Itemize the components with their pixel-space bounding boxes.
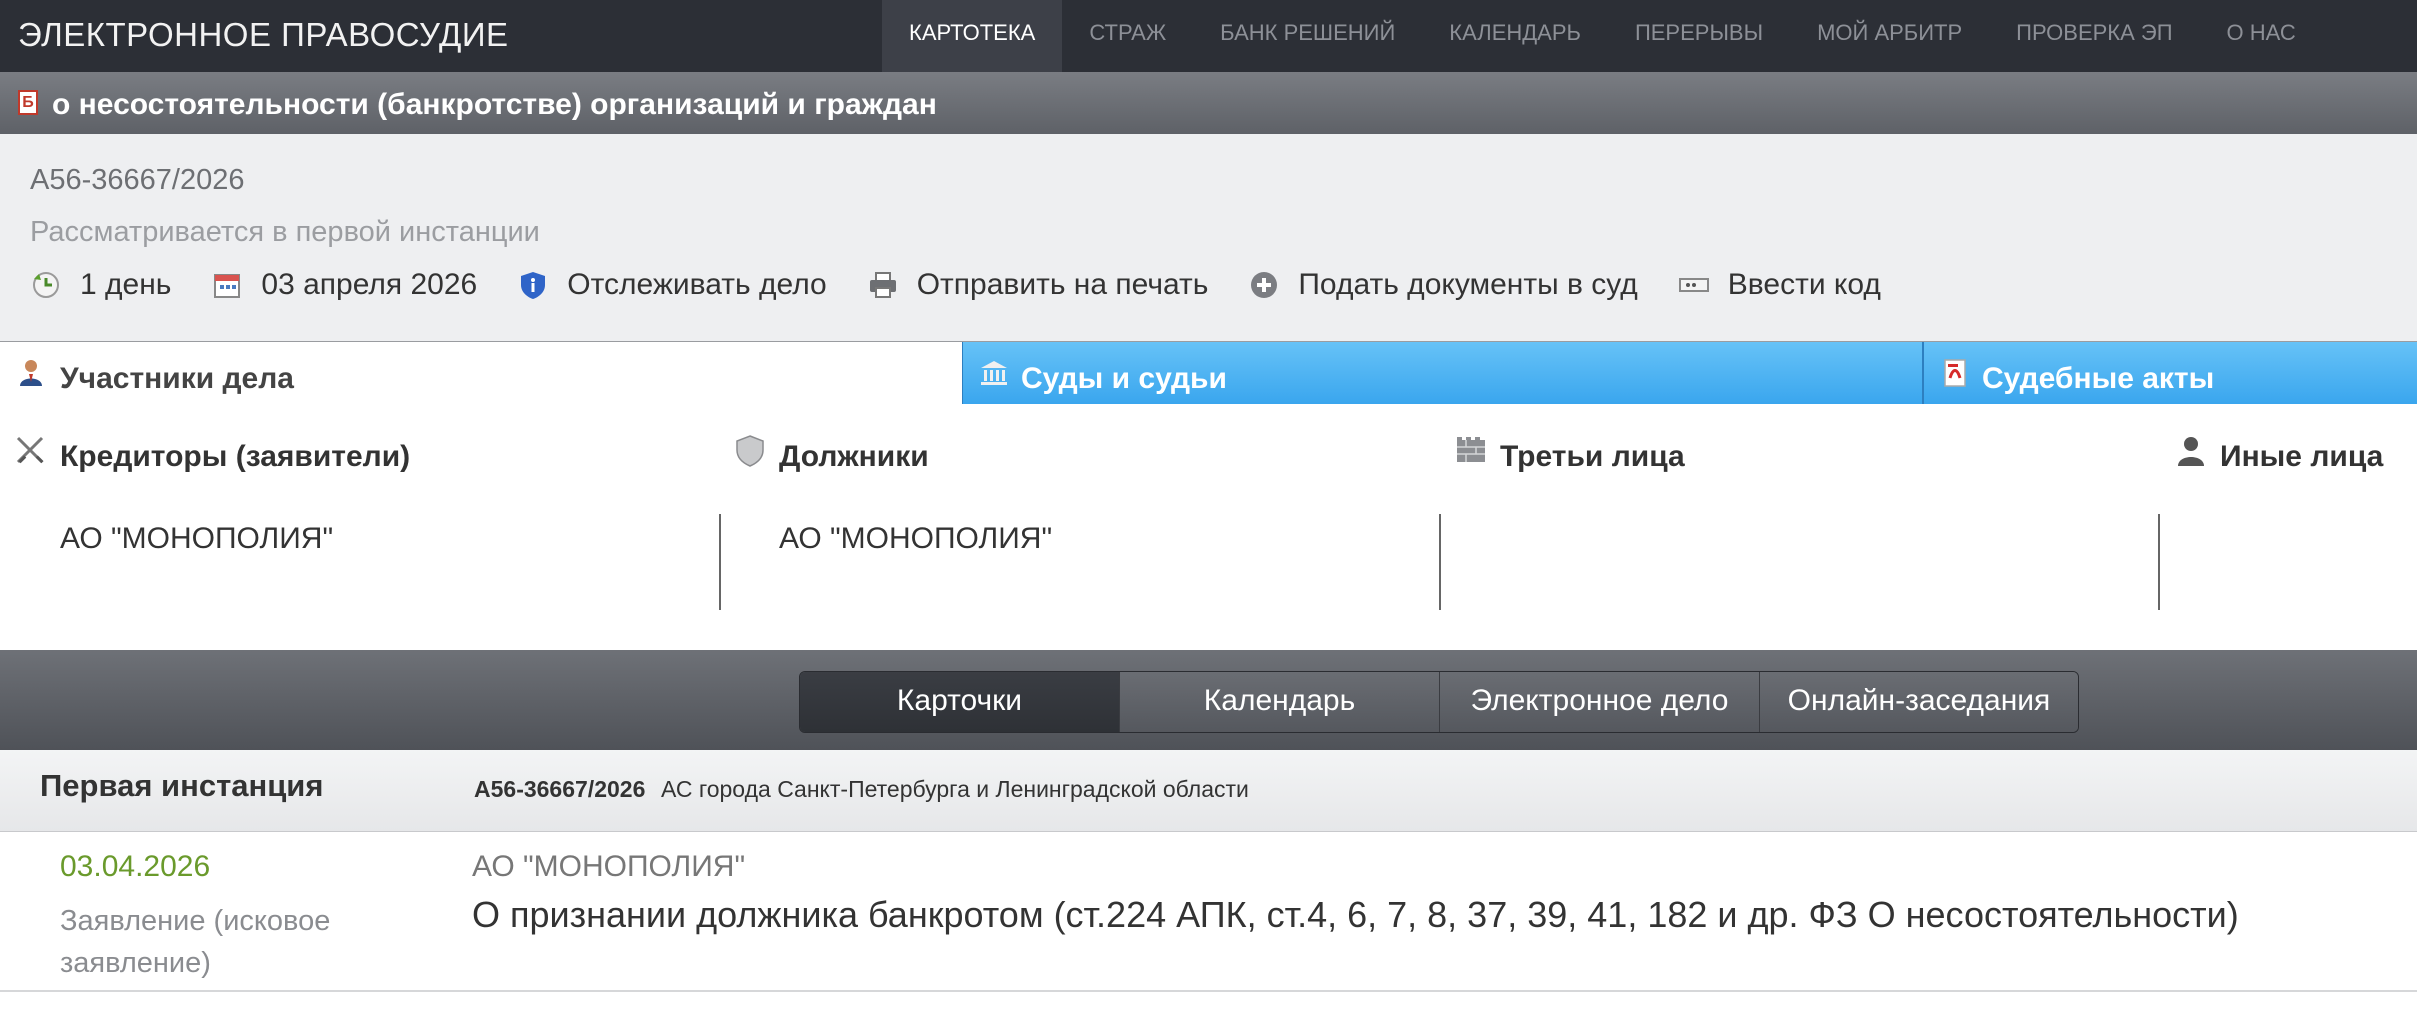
category-title: о несостоятельности (банкротстве) органи… xyxy=(52,88,937,121)
case-number: А56-36667/2026 xyxy=(30,164,245,196)
case-status: Рассматривается в первой инстанции xyxy=(30,216,540,248)
tab-courts-label: Суды и судьи xyxy=(1021,362,1227,395)
plus-circle-icon xyxy=(1248,269,1280,301)
track-case-button[interactable]: Отслеживать дело xyxy=(517,268,827,302)
third-parties-title: Третьи лица xyxy=(1500,440,1685,473)
pdf-document-icon xyxy=(1940,358,1970,388)
creditors-title: Кредиторы (заявители) xyxy=(60,440,411,473)
print-label: Отправить на печать xyxy=(916,268,1209,301)
tab-participants[interactable]: Участники дела xyxy=(0,342,962,404)
column-divider xyxy=(2158,514,2160,610)
printer-icon xyxy=(867,269,899,301)
site-brand[interactable]: ЭЛЕКТРОННОЕ ПРАВОСУДИЕ xyxy=(18,16,509,54)
debtors-title: Должники xyxy=(779,440,929,473)
nav-item-kalendar[interactable]: КАЛЕНДАРЬ xyxy=(1422,0,1608,72)
event-party: АО "МОНОПОЛИЯ" xyxy=(472,850,746,883)
track-case-label: Отслеживать дело xyxy=(567,268,827,301)
case-date-label: 03 апреля 2026 xyxy=(261,268,478,301)
debtors-column: Должники АО "МОНОПОЛИЯ" xyxy=(736,404,1499,649)
nav-item-pereryvy[interactable]: ПЕРЕРЫВЫ xyxy=(1608,0,1790,72)
creditor-name[interactable]: АО "МОНОПОЛИЯ" xyxy=(60,522,333,556)
column-divider xyxy=(719,514,721,610)
person-icon xyxy=(16,358,46,388)
column-divider xyxy=(1439,514,1441,610)
clock-icon xyxy=(30,269,62,301)
view-switch-tabs: Карточки Календарь Электронное дело Онла… xyxy=(799,671,2079,733)
top-navigation-bar: ЭЛЕКТРОННОЕ ПРАВОСУДИЕ КАРТОТЕКА СТРАЖ Б… xyxy=(0,0,2417,72)
event-description[interactable]: О признании должника банкротом (ст.224 А… xyxy=(472,894,2239,936)
creditors-column: Кредиторы (заявители) АО "МОНОПОЛИЯ" xyxy=(16,404,780,649)
debtor-name[interactable]: АО "МОНОПОЛИЯ" xyxy=(779,522,1052,556)
other-persons-column: Иные лица xyxy=(2178,404,2417,649)
instance-court-name[interactable]: АС города Санкт-Петербурга и Ленинградск… xyxy=(661,776,1249,803)
tab-acts-label: Судебные акты xyxy=(1982,362,2215,395)
submit-documents-label: Подать документы в суд xyxy=(1298,268,1638,301)
submit-documents-button[interactable]: Подать документы в суд xyxy=(1248,268,1638,302)
enter-code-button[interactable]: Ввести код xyxy=(1678,268,1881,302)
third-parties-column: Третьи лица xyxy=(1457,404,2220,649)
nav-item-bank-resheniy[interactable]: БАНК РЕШЕНИЙ xyxy=(1193,0,1422,72)
subtab-cards[interactable]: Карточки xyxy=(800,672,1120,732)
other-persons-title: Иные лица xyxy=(2220,440,2384,473)
nav-item-o-nas[interactable]: О НАС xyxy=(2200,0,2323,72)
tab-court-acts[interactable]: Судебные акты xyxy=(1922,342,2417,404)
nav-item-kartoteka[interactable]: КАРТОТЕКА xyxy=(882,0,1063,72)
event-type: Заявление (исковое заявление) xyxy=(60,905,331,979)
case-date: 03 апреля 2026 xyxy=(211,268,477,302)
case-actions: 1 день 03 апреля 2026 Отслеживать дело О… xyxy=(30,268,1921,302)
days-counter-label: 1 день xyxy=(80,268,172,301)
shield-icon xyxy=(733,434,767,468)
code-card-icon xyxy=(1678,269,1710,301)
nav-item-proverka-ep[interactable]: ПРОВЕРКА ЭП xyxy=(1989,0,2199,72)
days-counter: 1 день xyxy=(30,268,171,302)
courthouse-icon xyxy=(979,358,1009,388)
instance-case-number[interactable]: А56-36667/2026 xyxy=(474,776,645,803)
tab-courts-judges[interactable]: Суды и судьи xyxy=(962,342,1922,404)
enter-code-label: Ввести код xyxy=(1727,268,1881,301)
tab-participants-label: Участники дела xyxy=(60,362,294,395)
subtab-calendar[interactable]: Календарь xyxy=(1120,672,1440,732)
main-nav: КАРТОТЕКА СТРАЖ БАНК РЕШЕНИЙ КАЛЕНДАРЬ П… xyxy=(882,0,2323,72)
event-date: 03.04.2026 xyxy=(60,850,211,883)
instance-title: Первая инстанция xyxy=(40,768,324,803)
shield-info-icon xyxy=(517,269,549,301)
bankruptcy-category-icon: Б xyxy=(18,90,38,115)
subtab-online-sessions[interactable]: Онлайн-заседания xyxy=(1760,672,2078,732)
wall-icon xyxy=(1454,434,1488,468)
calendar-icon xyxy=(211,269,243,301)
crossed-swords-icon xyxy=(14,434,48,468)
nav-item-strazh[interactable]: СТРАЖ xyxy=(1062,0,1193,72)
print-button[interactable]: Отправить на печать xyxy=(867,268,1209,302)
subtab-electronic-case[interactable]: Электронное дело xyxy=(1440,672,1760,732)
person-silhouette-icon xyxy=(2174,434,2208,468)
nav-item-moy-arbitr[interactable]: МОЙ АРБИТР xyxy=(1790,0,1989,72)
